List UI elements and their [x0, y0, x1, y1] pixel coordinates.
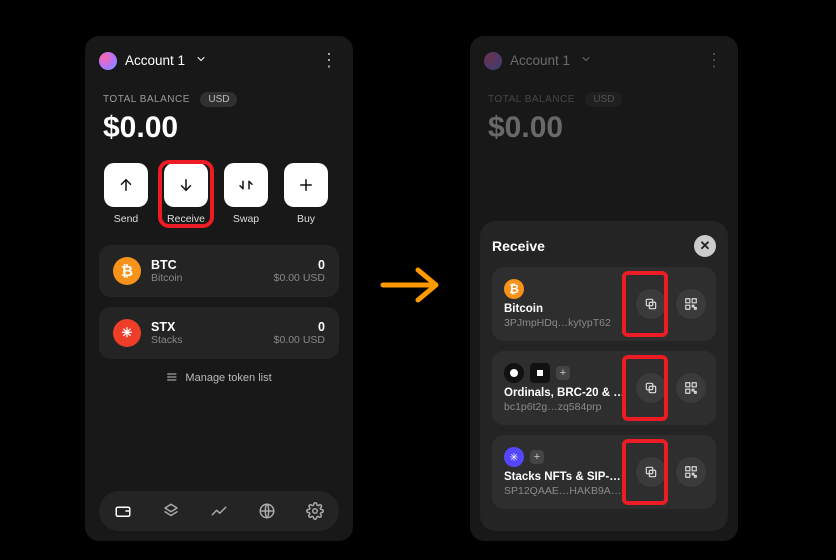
total-balance-section: TOTAL BALANCE USD $0.00 — [470, 75, 738, 145]
options-menu-icon[interactable]: ⋮ — [705, 50, 724, 71]
asset-name: Ordinals, BRC-20 & Runes — [504, 387, 626, 399]
asset-address: bc1p6t2g…zq584prp — [504, 401, 626, 413]
wallet-receive-panel: Account 1 ⋮ TOTAL BALANCE USD $0.00 Rece… — [470, 36, 738, 541]
nav-collectibles-icon[interactable] — [162, 502, 180, 520]
copy-address-button[interactable] — [636, 457, 666, 487]
buy-label: Buy — [297, 213, 315, 225]
token-fiat: $0.00 USD — [274, 334, 325, 346]
account-avatar[interactable] — [99, 52, 117, 70]
plus-icon: + — [556, 366, 570, 380]
receive-label: Receive — [167, 213, 205, 225]
account-switcher[interactable]: Account 1 — [510, 53, 592, 68]
qr-code-button[interactable] — [676, 289, 706, 319]
asset-name: Bitcoin — [504, 303, 626, 315]
nav-activity-icon[interactable] — [210, 502, 228, 520]
header-bar: Account 1 ⋮ — [470, 36, 738, 75]
close-icon: ✕ — [700, 238, 711, 254]
send-button[interactable] — [104, 163, 148, 207]
balance-amount: $0.00 — [103, 111, 335, 145]
balance-amount: $0.00 — [488, 111, 720, 145]
receive-asset-ordinals: + Ordinals, BRC-20 & Runes bc1p6t2g…zq58… — [492, 351, 716, 425]
ordinals-icon — [504, 363, 524, 383]
actions-row: Send Receive Swap Buy — [85, 145, 353, 233]
stx-icon: ✳ — [113, 319, 141, 347]
swap-button[interactable] — [224, 163, 268, 207]
account-avatar[interactable] — [484, 52, 502, 70]
flow-arrow-icon — [378, 260, 448, 310]
token-amount: 0 — [274, 320, 325, 334]
receive-title: Receive — [492, 238, 545, 254]
token-name: Stacks — [151, 334, 274, 346]
chevron-down-icon — [580, 53, 592, 65]
nav-settings-icon[interactable] — [306, 502, 324, 520]
copy-address-button[interactable] — [636, 289, 666, 319]
nav-wallet-icon[interactable] — [114, 502, 132, 520]
brc20-icon — [530, 363, 550, 383]
account-name: Account 1 — [510, 53, 570, 68]
token-symbol: BTC — [151, 258, 274, 272]
asset-name: Stacks NFTs & SIP-10 tokens — [504, 471, 626, 483]
header-bar: Account 1 ⋮ — [85, 36, 353, 75]
token-amount: 0 — [274, 258, 325, 272]
bottom-nav — [99, 491, 339, 531]
token-symbol: STX — [151, 320, 274, 334]
copy-address-button[interactable] — [636, 373, 666, 403]
asset-address: 3PJmpHDq…kytypT62 — [504, 317, 626, 329]
receive-asset-stacks: ✳ + Stacks NFTs & SIP-10 tokens SP12QAAE… — [492, 435, 716, 509]
manage-token-list-link[interactable]: Manage token list — [99, 371, 339, 384]
token-row-stx[interactable]: ✳ STX Stacks 0 $0.00 USD — [99, 307, 339, 359]
swap-label: Swap — [233, 213, 259, 225]
token-fiat: $0.00 USD — [274, 272, 325, 284]
options-menu-icon[interactable]: ⋮ — [320, 50, 339, 71]
buy-button[interactable] — [284, 163, 328, 207]
receive-sheet: Receive ✕ ₿ Bitcoin 3PJmpHDq…kytypT62 — [480, 221, 728, 531]
qr-code-button[interactable] — [676, 373, 706, 403]
total-balance-section: TOTAL BALANCE USD $0.00 — [85, 75, 353, 145]
asset-address: SP12QAAE…HAKB9AQM — [504, 485, 626, 497]
chevron-down-icon — [195, 53, 207, 65]
receive-button[interactable] — [164, 163, 208, 207]
currency-pill[interactable]: USD — [200, 92, 237, 107]
currency-pill[interactable]: USD — [585, 92, 622, 107]
account-switcher[interactable]: Account 1 — [125, 53, 207, 68]
btc-icon: ₿ — [113, 257, 141, 285]
stacks-icon: ✳ — [504, 447, 524, 467]
receive-button-highlight: Receive — [161, 163, 211, 225]
send-label: Send — [114, 213, 139, 225]
nav-explore-icon[interactable] — [258, 502, 276, 520]
total-balance-label: TOTAL BALANCE — [488, 94, 575, 105]
qr-code-button[interactable] — [676, 457, 706, 487]
token-name: Bitcoin — [151, 272, 274, 284]
total-balance-label: TOTAL BALANCE — [103, 94, 190, 105]
receive-asset-bitcoin: ₿ Bitcoin 3PJmpHDq…kytypT62 — [492, 267, 716, 341]
token-list: ₿ BTC Bitcoin 0 $0.00 USD ✳ STX Stacks 0… — [85, 233, 353, 396]
close-button[interactable]: ✕ — [694, 235, 716, 257]
wallet-home-panel: Account 1 ⋮ TOTAL BALANCE USD $0.00 Send… — [85, 36, 353, 541]
account-name: Account 1 — [125, 53, 185, 68]
manage-token-list-label: Manage token list — [185, 372, 271, 384]
btc-icon: ₿ — [504, 279, 524, 299]
plus-icon: + — [530, 450, 544, 464]
token-row-btc[interactable]: ₿ BTC Bitcoin 0 $0.00 USD — [99, 245, 339, 297]
